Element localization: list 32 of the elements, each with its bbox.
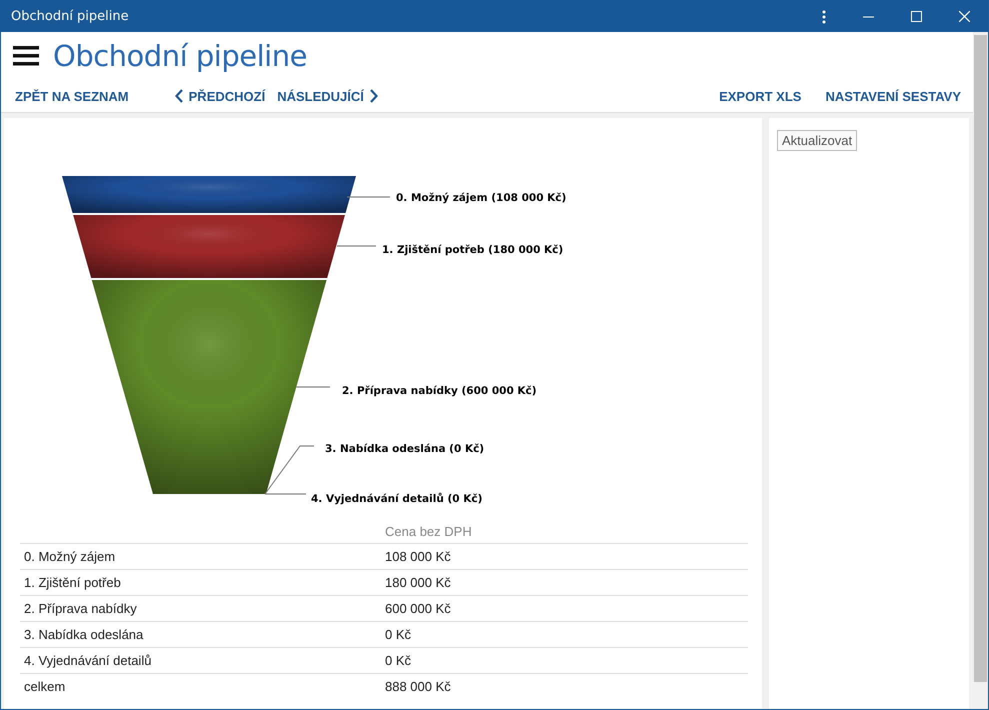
chevron-right-icon [370, 89, 378, 103]
funnel-label: 1. Zjištění potřeb (180 000 Kč) [382, 244, 564, 256]
report-settings-link[interactable]: NASTAVENÍ SESTAVY [819, 84, 967, 108]
funnel-label: 0. Možný zájem (108 000 Kč) [396, 192, 566, 204]
menu-icon[interactable] [13, 45, 39, 67]
table-cell: 600 000 Kč [385, 601, 451, 616]
table-cell-text: 0. Možný zájem [23, 549, 116, 564]
scrollbar[interactable] [973, 32, 988, 709]
table-cell: 108 000 Kč [385, 549, 451, 564]
table-cell-text: 4. Vyjednávání detailů [23, 653, 152, 668]
column-header: Cena bez DPH [385, 524, 472, 539]
table-cell: 180 000 Kč [385, 575, 451, 590]
funnel-label: 4. Vyjednávání detailů (0 Kč) [311, 493, 482, 505]
funnel-label: 3. Nabídka odeslána (0 Kč) [325, 443, 484, 455]
export-link[interactable]: EXPORT XLS [713, 84, 808, 108]
back-link[interactable]: ZPĚT NA SEZNAM [9, 84, 135, 108]
table-cell-text: celkem [23, 679, 66, 694]
table-cell-text: 1. Zjištění potřeb [23, 575, 122, 590]
table-cell-text: 2. Příprava nabídky [23, 601, 138, 616]
leader-line [296, 386, 330, 388]
previous-link[interactable]: PŘEDCHOZÍ [168, 84, 272, 108]
funnel-label: 2. Příprava nabídky (600 000 Kč) [342, 385, 537, 397]
table-cell: 0 Kč [385, 653, 412, 668]
leader-line [346, 196, 390, 198]
window-title: Obchodní pipeline [11, 9, 129, 24]
refresh-button[interactable]: Aktualizovat [777, 130, 858, 151]
chevron-left-icon [174, 89, 183, 103]
table-cell: 888 000 Kč [385, 679, 451, 694]
page-title: Obchodní pipeline [53, 39, 307, 73]
next-link[interactable]: NÁSLEDUJÍCÍ [271, 84, 384, 108]
table-cell-text: 3. Nabídka odeslána [23, 627, 144, 642]
table-cell: 0 Kč [385, 627, 412, 642]
